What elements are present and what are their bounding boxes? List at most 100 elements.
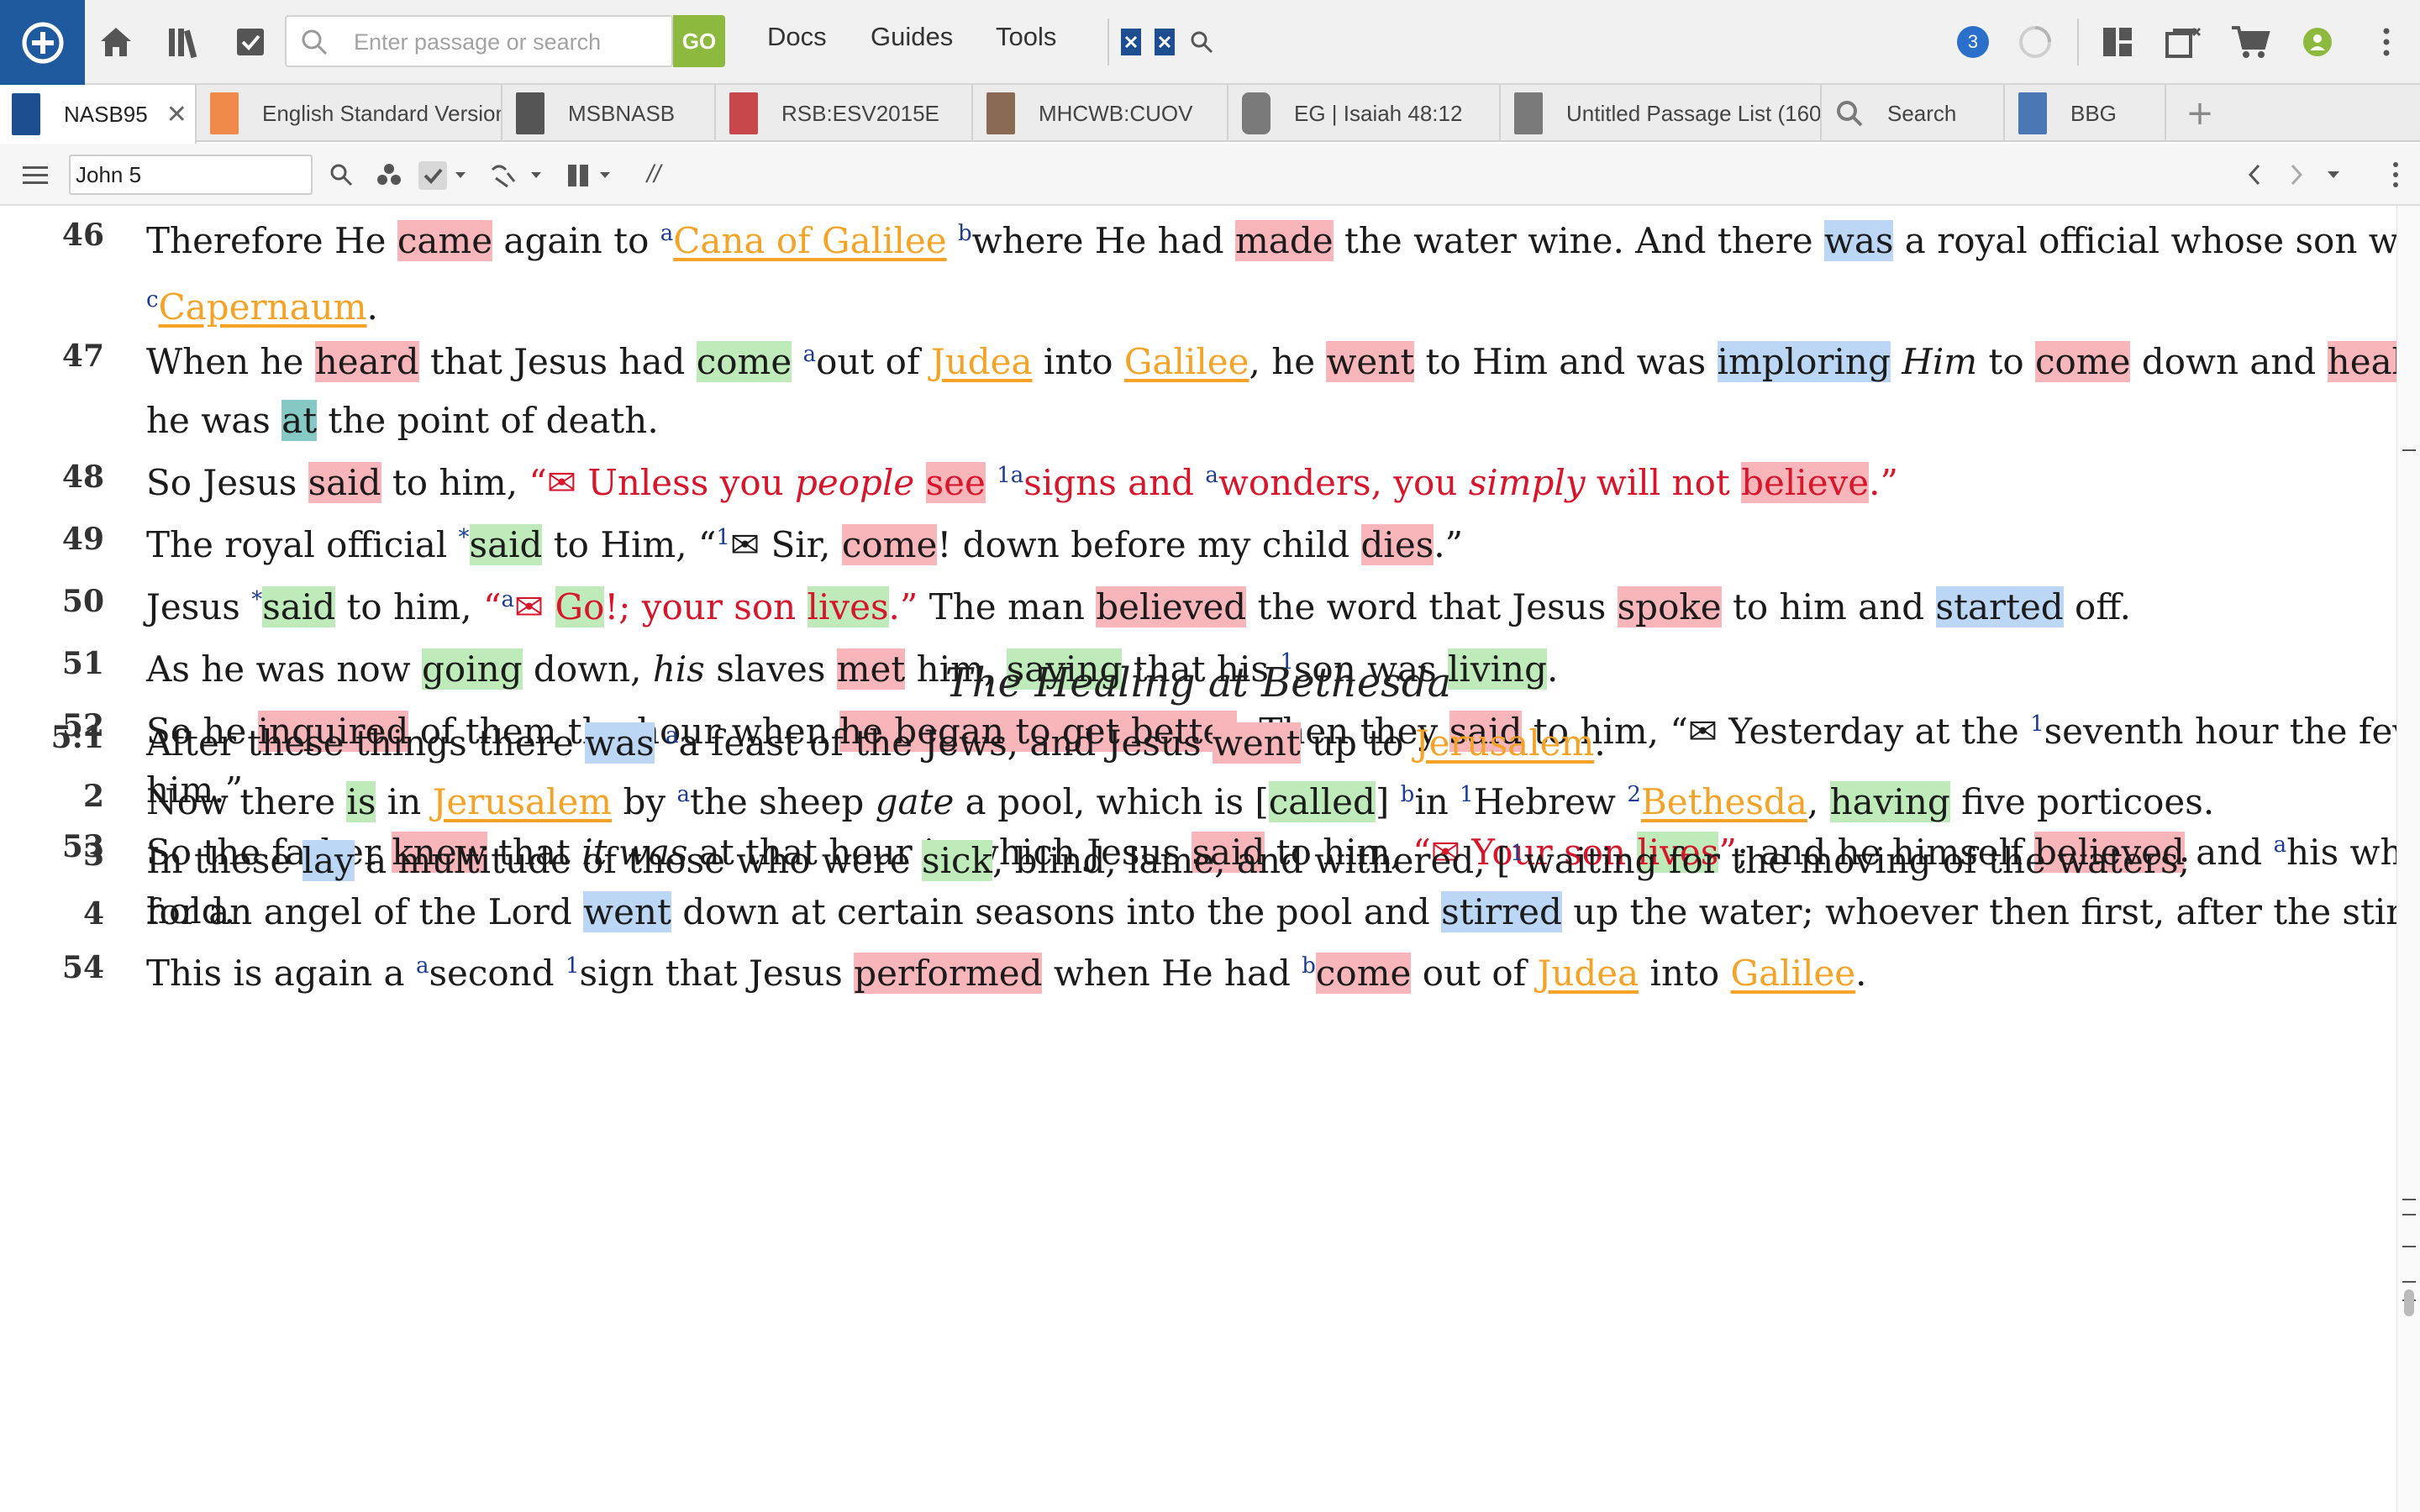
footnote-marker[interactable]: a <box>660 221 674 246</box>
tab-msbnasb[interactable]: MSBNASB <box>504 85 716 142</box>
visual-filters-icon[interactable] <box>370 155 408 194</box>
notification-badge[interactable]: 3 <box>1957 26 1989 58</box>
footnote-marker[interactable]: 1 <box>566 953 580 979</box>
place-name[interactable]: Capernaum <box>159 286 367 328</box>
forward-icon[interactable] <box>2284 155 2309 194</box>
footnote-marker[interactable]: 1 <box>716 525 730 550</box>
tab-esv[interactable]: English Standard Version <box>198 85 502 142</box>
verse-text[interactable]: Now there is in Jerusalem by athe sheep … <box>146 765 2365 832</box>
checklist-icon[interactable] <box>225 17 276 67</box>
search-box[interactable] <box>285 15 673 67</box>
place-name[interactable]: Galilee <box>1731 953 1856 994</box>
verse-text[interactable]: This is again a asecond 1sign that Jesus… <box>146 937 2365 1003</box>
search-input[interactable] <box>354 25 623 59</box>
go-button[interactable]: GO <box>673 15 725 67</box>
tab-search[interactable]: Search <box>1823 85 2005 142</box>
back-icon[interactable] <box>2242 155 2267 194</box>
scroll-thumb[interactable] <box>2404 1289 2414 1316</box>
footnote-marker[interactable]: 1 <box>1460 782 1474 807</box>
menu-guides[interactable]: Guides <box>871 22 953 52</box>
interlinear-icon[interactable] <box>487 155 548 194</box>
verse-number[interactable]: 49 <box>50 522 104 557</box>
tab-bbg[interactable]: BBG <box>2007 85 2166 142</box>
text-run: Hebrew <box>1473 781 1628 822</box>
verse-text[interactable]: The royal official *said to Him, “1✉ Sir… <box>146 508 2365 575</box>
place-name[interactable]: Jerusalem <box>1415 722 1595 764</box>
verse-text[interactable]: for an angel of the Lord went down at ce… <box>146 883 2396 942</box>
tab-rsb-esv2015e[interactable]: RSB:ESV2015E <box>718 85 973 142</box>
footnote-marker[interactable]: a <box>666 723 679 748</box>
verse-text[interactable]: So Jesus said to him, “✉ Unless you peop… <box>146 446 2365 512</box>
parallel-marker[interactable]: // <box>637 155 671 194</box>
footnote-marker[interactable]: a <box>1205 463 1218 488</box>
footnote-marker[interactable]: a <box>803 342 817 367</box>
verse-number[interactable]: 2 <box>50 779 104 814</box>
place-name[interactable]: Jerusalem <box>433 781 613 822</box>
panel-menu-icon[interactable] <box>18 155 52 194</box>
reference-input[interactable] <box>69 155 313 195</box>
footnote-marker[interactable]: c <box>146 287 159 312</box>
panel-menu-icon[interactable] <box>2158 17 2208 67</box>
highlighted-word: lives <box>807 586 889 627</box>
verse-text[interactable]: When he heard that Jesus had come aout o… <box>146 325 2396 450</box>
columns-icon[interactable] <box>565 155 620 194</box>
verse-text[interactable]: Jesus *said to him, “a✉ Go!; your son li… <box>146 570 2365 637</box>
verse-number[interactable]: 54 <box>50 950 104 985</box>
cart-icon[interactable] <box>2225 17 2275 67</box>
tab-passage-list[interactable]: Untitled Passage List (160) <box>1502 85 1822 142</box>
scrollbar[interactable] <box>2396 206 2420 1512</box>
parallel-resources-icon[interactable] <box>1114 17 1148 67</box>
verse-number[interactable]: 47 <box>50 339 104 374</box>
footnote-marker[interactable]: a <box>416 953 429 979</box>
footnote-marker[interactable]: 1a <box>997 463 1023 488</box>
highlighted-word: “ <box>483 586 502 627</box>
place-name[interactable]: Galilee <box>1124 341 1249 382</box>
highlighting-icon[interactable] <box>417 155 472 194</box>
close-icon[interactable]: ✕ <box>166 100 187 129</box>
bible-text-pane[interactable]: 46 Therefore He came again to aCana of Ga… <box>0 206 2396 1512</box>
place-name[interactable]: Judea <box>1538 953 1639 994</box>
menu-tools[interactable]: Tools <box>996 22 1056 52</box>
tab-nasb95[interactable]: NASB95 ✕ <box>0 85 197 144</box>
footnote-marker[interactable]: b <box>958 221 972 246</box>
footnote-marker[interactable]: b <box>1401 782 1415 807</box>
text-run: he was <box>146 400 282 441</box>
verse-text[interactable]: After these things there was aa feast of… <box>146 706 2365 773</box>
add-tab-icon[interactable]: + <box>2178 92 2222 135</box>
menu-docs[interactable]: Docs <box>767 22 827 52</box>
sync-icon[interactable] <box>2010 17 2060 67</box>
verse-number[interactable]: 3 <box>50 837 104 873</box>
footnote-marker[interactable]: b <box>1302 953 1316 979</box>
account-icon[interactable] <box>2292 17 2343 67</box>
panel-more-icon[interactable] <box>2386 155 2405 194</box>
library-icon[interactable] <box>160 17 210 67</box>
logos-logo-icon[interactable] <box>0 0 85 85</box>
verse-text[interactable]: Therefore He came again to aCana of Gali… <box>146 206 2396 337</box>
footnote-marker[interactable]: * <box>459 525 470 550</box>
footnote-marker[interactable]: a <box>676 782 690 807</box>
verse-text[interactable]: In these lay a multitude of those who we… <box>146 824 2365 890</box>
verse-line: Therefore He came again to aCana of Gali… <box>146 206 2396 270</box>
place-name[interactable]: Judea <box>931 341 1033 382</box>
parallel-resources-2-icon[interactable] <box>1148 17 1181 67</box>
footnote-marker[interactable]: 1 <box>1510 841 1524 866</box>
search-icon[interactable] <box>323 155 360 194</box>
footnote-marker[interactable]: 2 <box>1627 782 1641 807</box>
verse-number[interactable]: 48 <box>50 459 104 495</box>
tab-eg-isaiah[interactable]: EG | Isaiah 48:12 <box>1230 85 1501 142</box>
history-dropdown-icon[interactable] <box>2323 155 2344 194</box>
layout-icon[interactable] <box>2092 17 2143 67</box>
footnote-marker[interactable]: * <box>251 587 262 612</box>
home-icon[interactable] <box>91 17 141 67</box>
verse-number[interactable]: 5:1 <box>50 720 104 755</box>
footnote-marker[interactable]: a <box>501 587 514 612</box>
verse-number[interactable]: 46 <box>50 218 104 253</box>
place-name[interactable]: Cana of Galilee <box>673 220 946 261</box>
verse-number[interactable]: 4 <box>50 896 104 932</box>
verse-number[interactable]: 50 <box>50 584 104 619</box>
more-options-icon[interactable] <box>2361 17 2412 67</box>
place-name[interactable]: Bethesda <box>1641 781 1807 822</box>
book-cover-icon <box>516 92 544 134</box>
quick-search-icon[interactable] <box>1185 17 1218 67</box>
tab-mhcwb-cuov[interactable]: MHCWB:CUOV <box>975 85 1228 142</box>
